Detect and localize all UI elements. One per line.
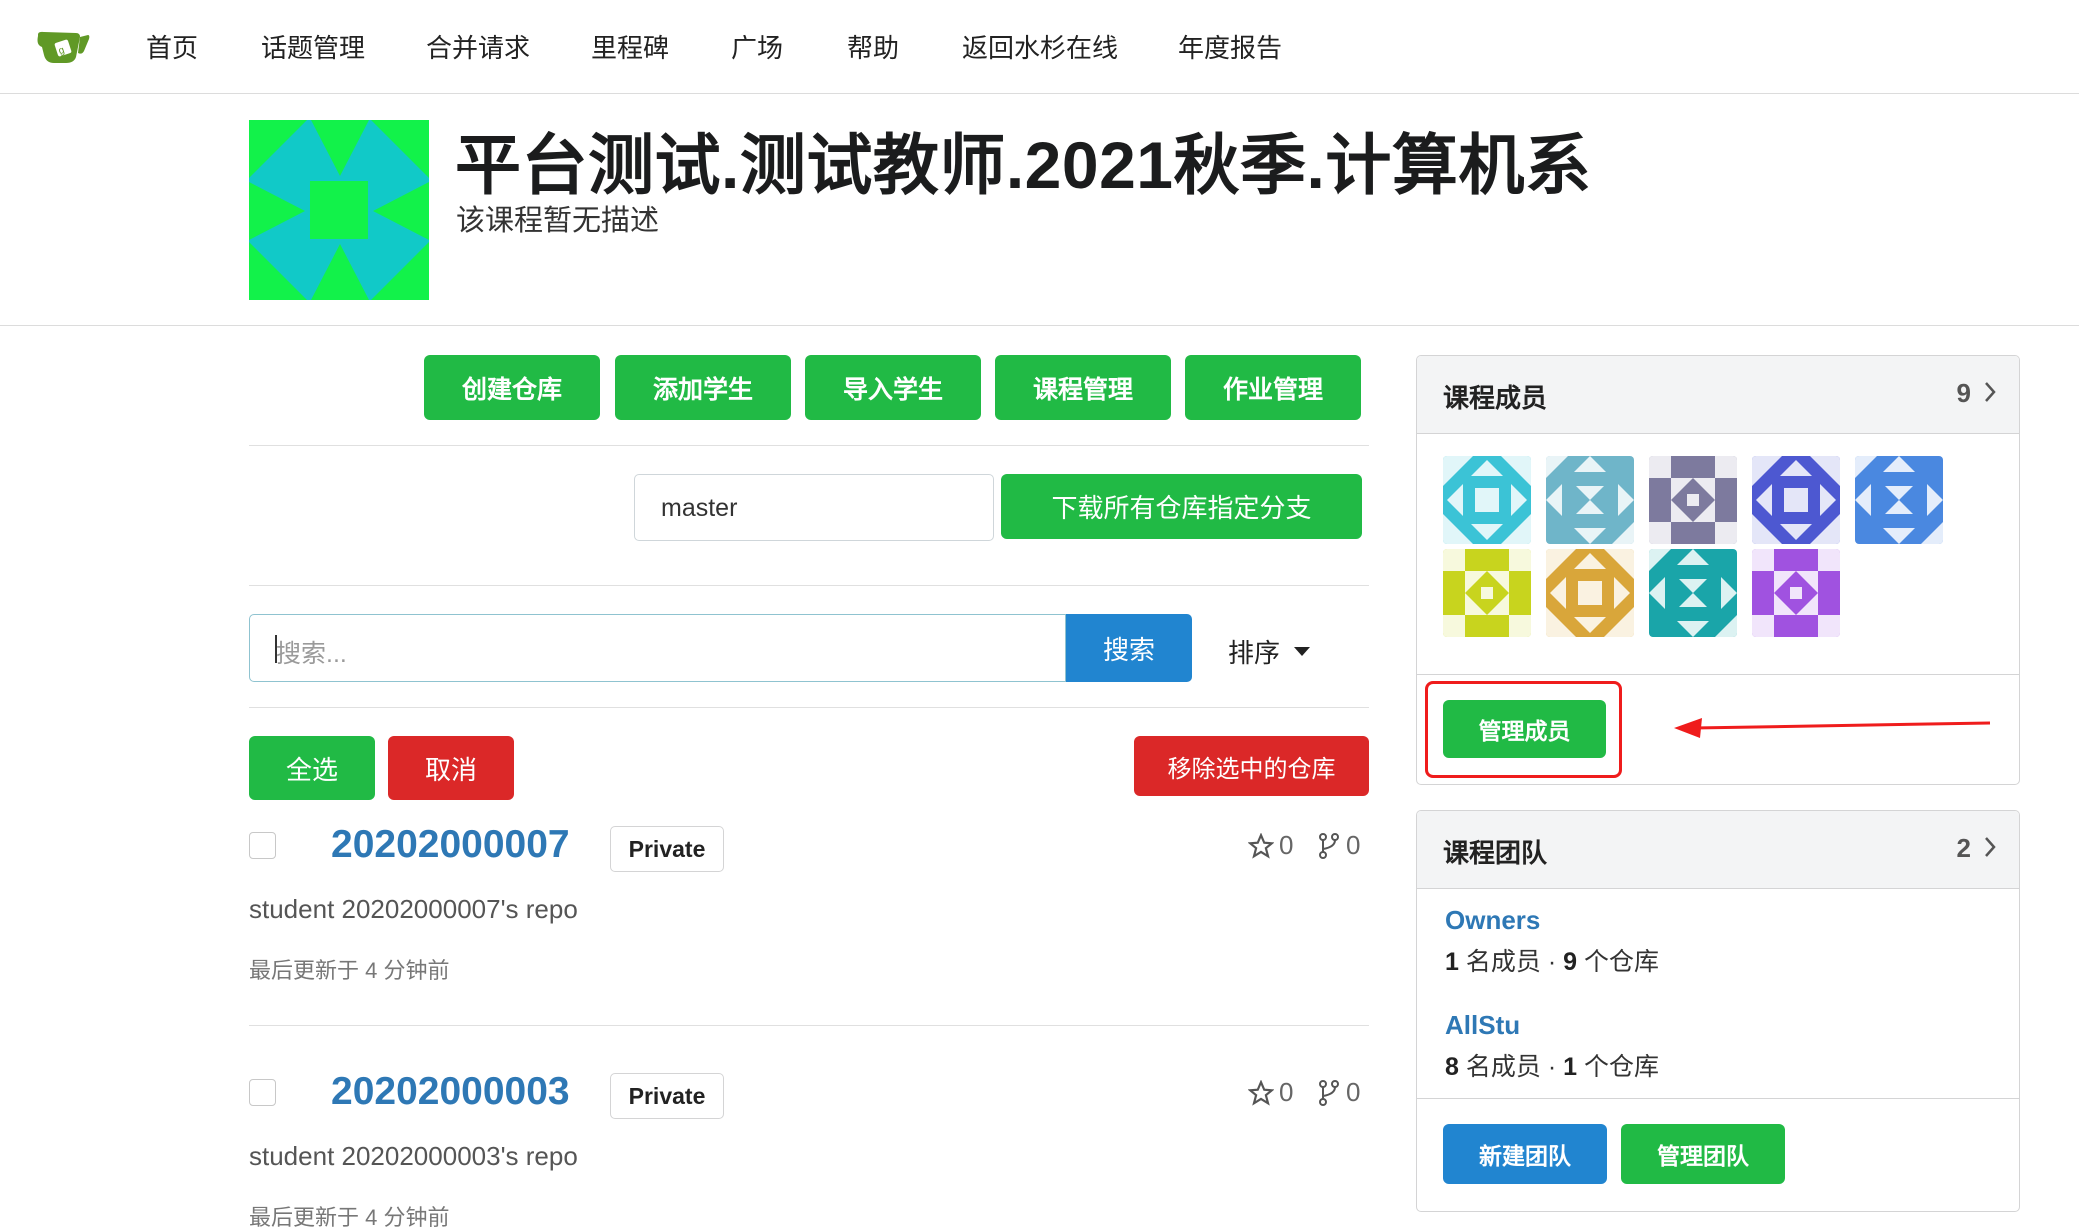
- download-branch-button[interactable]: 下载所有仓库指定分支: [1001, 474, 1362, 539]
- team-allstu-info: 8 名成员 · 1 个仓库: [1445, 1053, 1659, 1081]
- search-button[interactable]: 搜索: [1066, 614, 1192, 682]
- member-avatar[interactable]: [1752, 549, 1840, 637]
- course-description: 该课程暂无描述: [456, 205, 660, 237]
- annotation-arrow-icon: [1674, 718, 1991, 738]
- search-input[interactable]: 搜索...: [249, 614, 1066, 682]
- nav-help[interactable]: 帮助: [847, 28, 899, 65]
- manage-team-button[interactable]: 管理团队: [1621, 1124, 1785, 1184]
- member-avatar[interactable]: [1855, 456, 1943, 544]
- select-all-button[interactable]: 全选: [249, 736, 375, 800]
- private-badge: Private: [610, 1073, 724, 1119]
- star-count: 0: [1248, 1077, 1293, 1108]
- repo-name-link[interactable]: 20202000003: [331, 1070, 570, 1114]
- annotation-highlight-box: [1425, 681, 1622, 778]
- assignment-manage-button[interactable]: 作业管理: [1185, 355, 1361, 420]
- repo-name-link[interactable]: 20202000007: [331, 823, 570, 867]
- course-manage-button[interactable]: 课程管理: [995, 355, 1171, 420]
- teams-count: 2: [1956, 833, 1971, 863]
- star-count: 0: [1248, 830, 1293, 861]
- cancel-button[interactable]: 取消: [388, 736, 514, 800]
- fork-icon: [1319, 1079, 1339, 1106]
- member-avatar[interactable]: [1649, 549, 1737, 637]
- caret-down-icon: [1294, 646, 1311, 656]
- top-navbar: g 首页 话题管理 合并请求 里程碑 广场 帮助 返回水杉在线 年度报告: [0, 0, 2079, 94]
- divider: [1417, 1098, 2019, 1099]
- chevron-right-icon: [1985, 837, 1996, 857]
- repo-checkbox[interactable]: [249, 832, 276, 859]
- header-divider: [0, 325, 2079, 326]
- sort-dropdown[interactable]: 排序: [1228, 633, 1311, 670]
- course-teams-card: 课程团队 2 Owners 1 名成员 · 9 个仓库 AllStu 8 名成员…: [1416, 810, 2020, 1212]
- fork-count: 0: [1317, 830, 1360, 861]
- new-team-button[interactable]: 新建团队: [1443, 1124, 1607, 1184]
- repo-checkbox[interactable]: [249, 1079, 276, 1106]
- chevron-right-icon: [1985, 382, 1996, 402]
- members-card-header[interactable]: 课程成员 9: [1417, 356, 2019, 434]
- repo-description: student 20202000003's repo: [249, 1141, 578, 1171]
- team-allstu-link[interactable]: AllStu: [1445, 1010, 1520, 1041]
- members-card-title: 课程成员: [1443, 383, 1548, 413]
- team-owners-link[interactable]: Owners: [1445, 905, 1540, 936]
- private-badge: Private: [610, 826, 724, 872]
- nav-back-online[interactable]: 返回水杉在线: [962, 28, 1118, 65]
- fork-count: 0: [1317, 1077, 1360, 1108]
- member-avatar[interactable]: [1546, 456, 1634, 544]
- members-count: 9: [1956, 378, 1971, 408]
- repo-list-item: 20202000003 Private 0 0 student 20202000…: [249, 1067, 1369, 1230]
- team-owners-info: 1 名成员 · 9 个仓库: [1445, 948, 1659, 976]
- star-icon: [1248, 1079, 1274, 1106]
- repo-updated-time: 最后更新于 4 分钟前: [249, 958, 450, 983]
- remove-selected-button[interactable]: 移除选中的仓库: [1134, 736, 1369, 796]
- teams-card-title: 课程团队: [1443, 838, 1548, 868]
- nav-home[interactable]: 首页: [146, 28, 198, 65]
- repo-list-item: 20202000007 Private 0 0 student 20202000…: [249, 820, 1369, 1020]
- add-students-button[interactable]: 添加学生: [615, 355, 791, 420]
- divider: [249, 585, 1369, 586]
- course-avatar: [249, 120, 429, 300]
- star-icon: [1248, 832, 1274, 859]
- repo-updated-time: 最后更新于 4 分钟前: [249, 1205, 450, 1230]
- gitea-logo-icon[interactable]: g: [36, 27, 90, 67]
- sort-label: 排序: [1228, 638, 1281, 668]
- fork-icon: [1319, 832, 1339, 859]
- member-avatar[interactable]: [1546, 549, 1634, 637]
- branch-input[interactable]: master: [634, 474, 994, 541]
- nav-explore[interactable]: 广场: [731, 28, 783, 65]
- nav-pull-requests[interactable]: 合并请求: [426, 28, 530, 65]
- divider: [1417, 674, 2019, 675]
- branch-input-value: master: [661, 494, 738, 522]
- teams-card-header[interactable]: 课程团队 2: [1417, 811, 2019, 889]
- divider: [249, 707, 1369, 708]
- member-avatar[interactable]: [1443, 549, 1531, 637]
- repo-description: student 20202000007's repo: [249, 894, 578, 924]
- member-avatar[interactable]: [1649, 456, 1737, 544]
- course-title: 平台测试.测试教师.2021秋季.计算机系: [455, 128, 1592, 202]
- create-repo-button[interactable]: 创建仓库: [424, 355, 600, 420]
- nav-milestones[interactable]: 里程碑: [591, 28, 669, 65]
- nav-issues[interactable]: 话题管理: [261, 28, 365, 65]
- divider: [249, 1025, 1369, 1026]
- divider: [249, 445, 1369, 446]
- nav-annual-report[interactable]: 年度报告: [1178, 28, 1282, 65]
- member-avatar[interactable]: [1752, 456, 1840, 544]
- member-avatar[interactable]: [1443, 456, 1531, 544]
- import-students-button[interactable]: 导入学生: [805, 355, 981, 420]
- search-placeholder: 搜索...: [276, 640, 347, 668]
